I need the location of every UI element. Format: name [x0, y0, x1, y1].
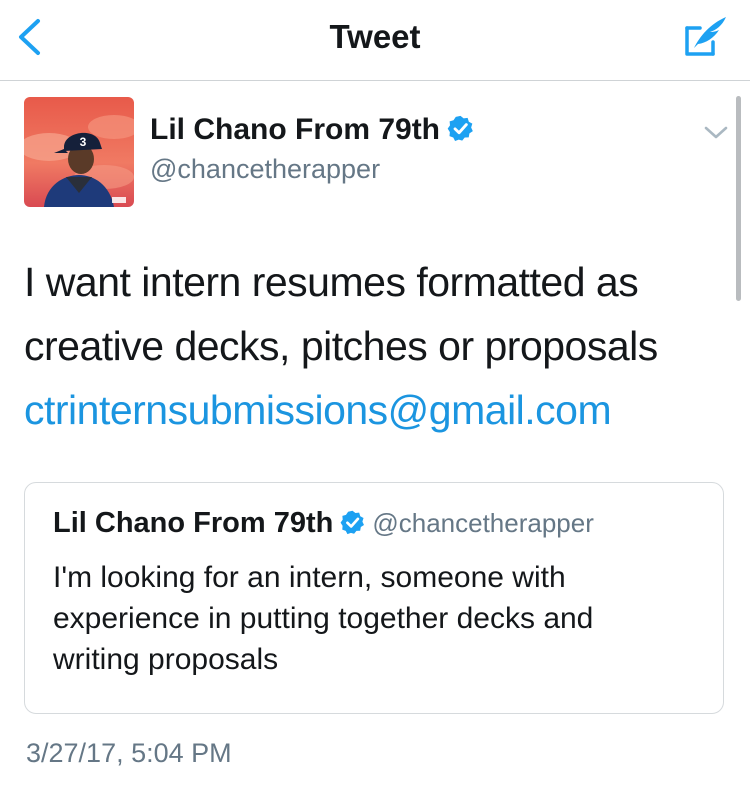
tweet-text-line: creative decks, pitches or proposals — [24, 323, 658, 369]
avatar-image: 3 — [24, 97, 134, 207]
quoted-author-name: Lil Chano From 79th — [53, 507, 334, 539]
quoted-tweet-header: Lil Chano From 79th @chancetherapper — [53, 507, 594, 541]
author-handle[interactable]: @chancetherapper — [150, 154, 380, 185]
navigation-bar: Tweet — [0, 0, 750, 81]
verified-badge-icon — [339, 509, 366, 541]
quoted-author-handle: @chancetherapper — [372, 508, 594, 538]
quoted-text-line: I'm looking for an intern, someone with — [53, 561, 566, 594]
compose-button[interactable] — [680, 14, 730, 60]
more-options-button[interactable] — [700, 122, 732, 144]
tweet-detail-screen: Tweet 3 Lil Chano From 79th @chancethera… — [0, 0, 750, 786]
verified-badge-icon — [446, 114, 475, 151]
author-name-text: Lil Chano From 79th — [150, 113, 441, 146]
quoted-tweet-card[interactable]: Lil Chano From 79th @chancetherapper I'm … — [24, 482, 724, 714]
page-title: Tweet — [329, 18, 421, 55]
email-link[interactable]: ctrinternsubmissions@gmail.com — [24, 378, 724, 442]
tweet-text-line: I want intern resumes formatted as — [24, 259, 639, 305]
author-name[interactable]: Lil Chano From 79th — [150, 113, 475, 151]
compose-tweet-icon — [685, 17, 726, 56]
chevron-down-icon — [704, 126, 728, 139]
tweet-text: I want intern resumes formatted as creat… — [24, 250, 724, 442]
svg-text:3: 3 — [80, 135, 87, 149]
quoted-text-line: writing proposals — [53, 643, 279, 676]
quoted-text-line: experience in putting together decks and — [53, 602, 594, 635]
tweet-timestamp: 3/27/17, 5:04 PM — [26, 738, 232, 768]
scrollbar[interactable] — [736, 96, 741, 301]
quoted-tweet-text: I'm looking for an intern, someone with … — [53, 557, 703, 680]
avatar[interactable]: 3 — [24, 97, 134, 207]
